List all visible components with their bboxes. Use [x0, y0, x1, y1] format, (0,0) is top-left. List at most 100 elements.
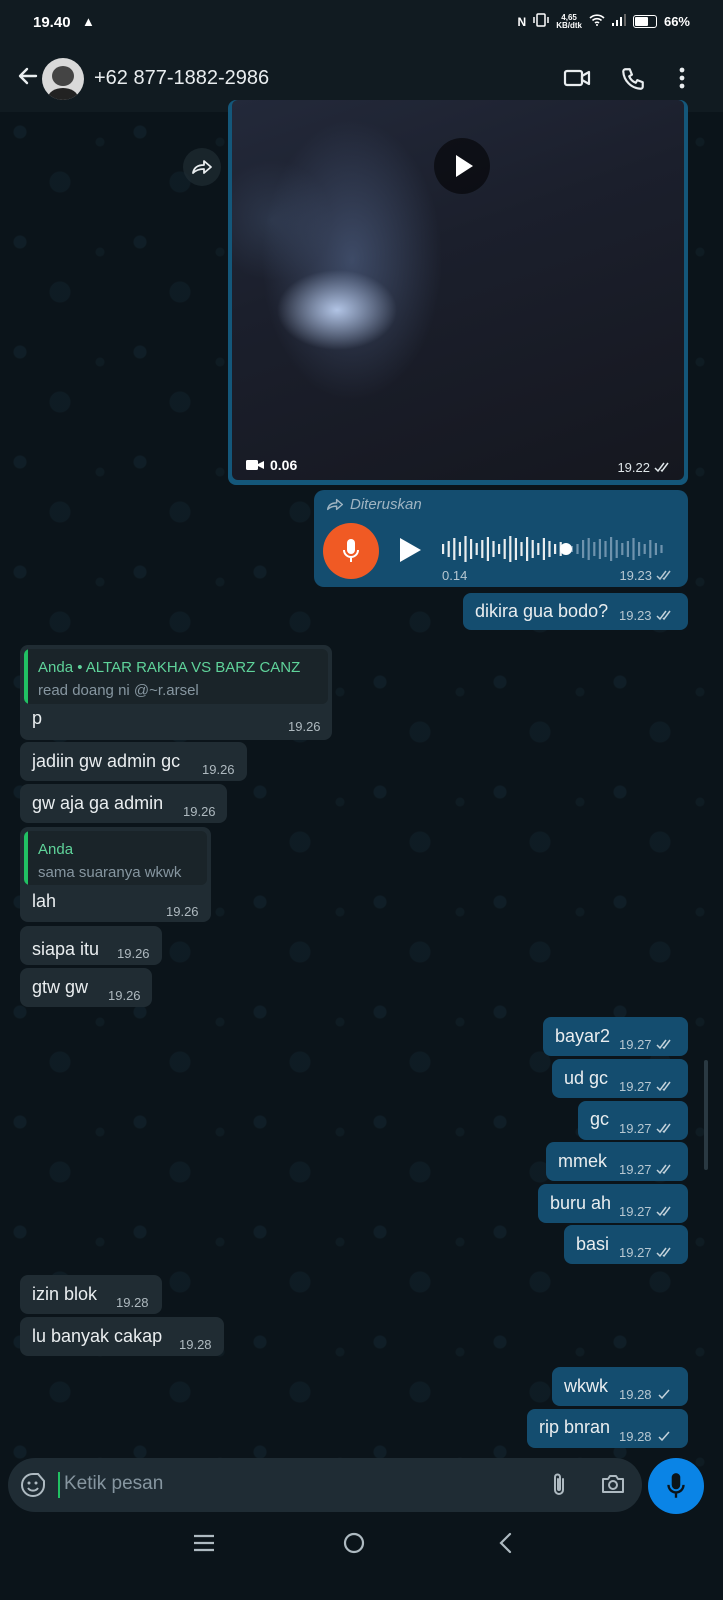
forward-icon [192, 160, 212, 174]
message-time: 19.27 [619, 1121, 674, 1136]
message-text: basi [576, 1234, 610, 1254]
voice-avatar-mic [323, 523, 379, 579]
forwarded-label: Diteruskan [326, 496, 422, 513]
phone-call-icon[interactable] [620, 66, 646, 97]
message-text: mmek [558, 1151, 607, 1171]
battery-icon [632, 15, 657, 28]
scrollbar[interactable] [704, 1060, 708, 1170]
double-check-icon [656, 1039, 671, 1050]
message-text: gc [590, 1109, 610, 1129]
sticker-emoji-icon[interactable] [20, 1472, 46, 1503]
message-text: rip bnran [539, 1417, 611, 1437]
quote-text: sama suaranya wkwk [38, 864, 182, 881]
camera-icon[interactable] [600, 1472, 626, 1501]
message-text: ud gc [564, 1068, 609, 1088]
incoming-message[interactable]: lu banyak cakap 19.28 [20, 1317, 224, 1356]
message-time: 19.26 [202, 762, 235, 777]
message-time: 19.28 [619, 1387, 674, 1402]
nfc-icon: N [517, 14, 527, 29]
outgoing-message[interactable]: basi 19.27 [564, 1225, 688, 1264]
quoted-message[interactable]: Anda • ALTAR RAKHA VS BARZ CANZ read doan… [24, 649, 328, 704]
back-nav-icon[interactable] [498, 1532, 512, 1559]
outgoing-message[interactable]: gc 19.27 [578, 1101, 688, 1140]
back-arrow-icon[interactable] [16, 64, 40, 93]
message-time: 19.27 [619, 1245, 674, 1260]
battery-percent: 66% [663, 14, 690, 29]
voice-message[interactable]: Diteruskan 0.14 19.23 [314, 490, 688, 587]
recent-apps-icon[interactable] [193, 1534, 215, 1557]
incoming-message[interactable]: siapa itu 19.26 [20, 926, 162, 965]
contact-name[interactable]: +62 877-1882-2986 [94, 67, 269, 90]
system-nav-bar [0, 1520, 723, 1600]
status-bar: 19.40 ▲ N 4,65 KB/dtk 66% [0, 0, 723, 46]
message-time: 19.26 [166, 904, 199, 919]
video-play-button[interactable] [434, 138, 490, 194]
double-check-icon [656, 1164, 671, 1175]
forward-button[interactable] [183, 148, 221, 186]
text-cursor [58, 1472, 60, 1498]
double-check-icon [656, 1206, 671, 1217]
message-time: 19.27 [619, 1037, 674, 1052]
double-check-icon [656, 1123, 671, 1134]
message-text: buru ah [550, 1193, 612, 1213]
outgoing-message[interactable]: wkwk 19.28 [552, 1367, 688, 1406]
message-text: lu banyak cakap [32, 1326, 163, 1346]
message-input[interactable] [64, 1473, 504, 1495]
single-check-icon [658, 1389, 670, 1400]
double-check-icon [656, 570, 671, 581]
message-time: 19.26 [288, 719, 321, 734]
message-text: bayar2 [555, 1026, 611, 1046]
message-time: 19.26 [117, 946, 150, 961]
quoted-message[interactable]: Anda sama suaranya wkwk [24, 831, 207, 885]
vibrate-icon [533, 13, 549, 30]
double-check-icon [654, 462, 669, 473]
message-text: jadiin gw admin gc [32, 751, 181, 771]
outgoing-message[interactable]: bayar2 19.27 [543, 1017, 688, 1056]
message-text: lah [32, 891, 57, 911]
message-text: gw aja ga admin [32, 793, 164, 813]
outgoing-message[interactable]: rip bnran 19.28 [527, 1409, 688, 1448]
video-call-icon[interactable] [563, 66, 591, 95]
video-camera-icon [246, 460, 264, 470]
outgoing-message[interactable]: ud gc 19.27 [552, 1059, 688, 1098]
forward-icon [326, 498, 344, 511]
video-duration: 0.06 [246, 457, 297, 473]
attach-paperclip-icon[interactable] [548, 1472, 570, 1503]
incoming-message[interactable]: Anda • ALTAR RAKHA VS BARZ CANZ read doan… [20, 645, 332, 740]
signal-icon [611, 14, 626, 29]
message-time: 19.26 [183, 804, 216, 819]
incoming-message[interactable]: izin blok 19.28 [20, 1275, 162, 1314]
message-text: siapa itu [32, 939, 100, 959]
message-text: gtw gw [32, 977, 89, 997]
video-thumbnail[interactable]: 0.06 19.22 [232, 100, 684, 480]
voice-play-button[interactable] [397, 536, 423, 569]
message-time: 19.26 [108, 988, 141, 1003]
voice-record-button[interactable] [648, 1458, 704, 1514]
message-time: 19.27 [619, 1162, 674, 1177]
message-text: wkwk [564, 1376, 608, 1396]
message-text: izin blok [32, 1284, 98, 1304]
message-time: 19.28 [116, 1295, 149, 1310]
incoming-message[interactable]: jadiin gw admin gc 19.26 [20, 742, 247, 781]
outgoing-message[interactable]: mmek 19.27 [546, 1142, 688, 1181]
status-time: 19.40 [33, 14, 71, 31]
network-speed: 4,65 KB/dtk [556, 12, 582, 30]
more-options-icon[interactable] [678, 66, 686, 95]
incoming-message[interactable]: gw aja ga admin 19.26 [20, 784, 227, 823]
video-message[interactable]: 0.06 19.22 [228, 100, 688, 485]
quote-bar [24, 649, 28, 704]
outgoing-message[interactable]: buru ah 19.27 [538, 1184, 688, 1223]
outgoing-message[interactable]: dikira gua bodo? 19.23 [463, 593, 688, 630]
incoming-message[interactable]: gtw gw 19.26 [20, 968, 152, 1007]
incoming-message[interactable]: Anda sama suaranya wkwk lah 19.26 [20, 827, 211, 922]
avatar[interactable] [42, 58, 84, 100]
message-time: 19.23 [619, 608, 674, 623]
play-icon [400, 538, 421, 562]
message-time: 19.28 [619, 1429, 674, 1444]
double-check-icon [656, 1247, 671, 1258]
microphone-icon [667, 1473, 685, 1498]
waveform-scrubber [560, 543, 572, 555]
double-check-icon [656, 1081, 671, 1092]
voice-waveform[interactable] [442, 534, 670, 564]
home-icon[interactable] [343, 1532, 365, 1559]
